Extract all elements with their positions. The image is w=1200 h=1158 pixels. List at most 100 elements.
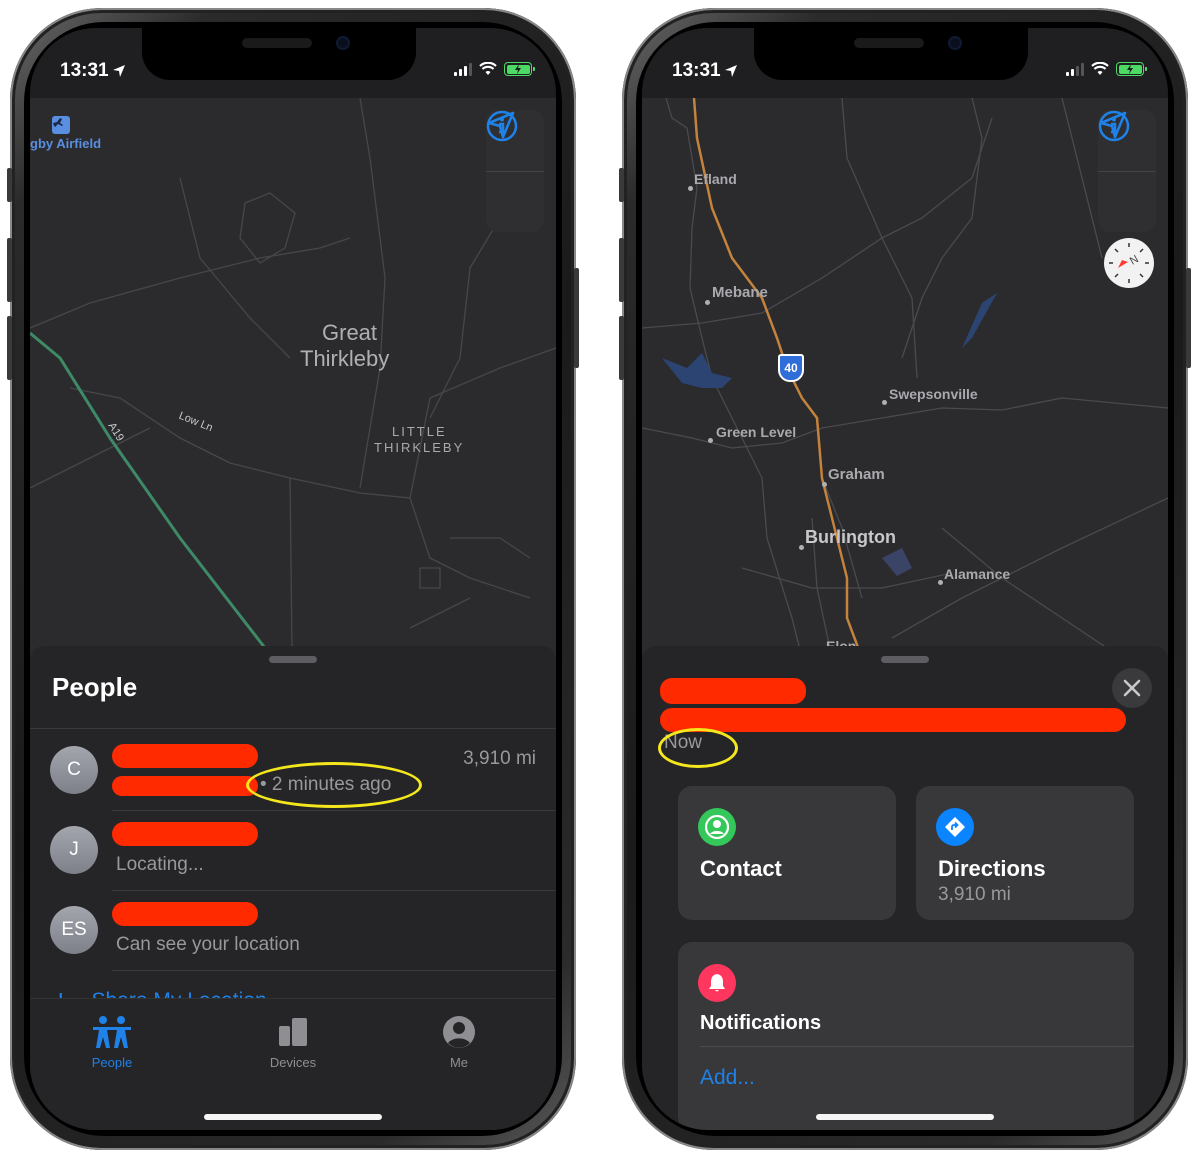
compass-letter: N [1128,253,1141,267]
town-dot [938,580,943,585]
volume-up-button [619,238,624,302]
screen-people: 13:31 gby Airfield Great Thirkleby LITTL… [30,28,556,1130]
tab-people[interactable]: People [52,1013,172,1070]
redacted-location [112,776,258,796]
home-indicator[interactable] [204,1114,382,1120]
locate-me-button[interactable] [1098,111,1156,232]
town-label[interactable]: Alamance [944,566,1010,582]
town-label[interactable]: Graham [828,466,885,483]
highlight-ring [246,762,422,808]
battery-charging-icon [504,62,535,76]
time-text: 13:31 [672,60,721,81]
divider [30,728,556,729]
compass-button[interactable]: N [1104,238,1154,288]
tab-label: Me [449,1055,469,1070]
people-icon [93,1016,131,1048]
notch [142,28,416,80]
map-view[interactable]: gby Airfield Great Thirkleby LITTLE THIR… [30,98,556,658]
notifications-card: Notifications Add... [678,942,1134,1130]
town-dot [708,438,713,443]
map-view[interactable]: 40 Efland Mebane Swepsonville Green Leve… [642,98,1168,658]
home-indicator[interactable] [816,1114,994,1120]
location-arrow-icon [1099,111,1127,139]
phone-frame-right: 13:31 40 Efland Mebane Swepsonville Gree… [619,8,1191,1150]
town-label[interactable]: Swepsonville [889,386,978,402]
mute-switch [7,168,12,202]
status-text: Locating... [116,854,204,875]
divider [700,1046,1134,1047]
town-label[interactable]: Mebane [712,284,768,301]
redacted-name [112,902,258,926]
contact-card[interactable]: Contact [678,786,896,920]
town-label[interactable]: Efland [694,171,737,187]
river-shape [962,293,997,348]
divider [112,970,556,971]
cellular-signal-icon [1066,62,1084,76]
me-person-icon [443,1016,475,1048]
town-label-thirkleby: Thirkleby [300,346,390,371]
cellular-signal-icon [454,62,472,76]
volume-up-button [7,238,12,302]
time-text: 13:31 [60,60,109,81]
highlight-ring [658,728,738,768]
person-row[interactable]: J Locating... [30,810,556,890]
tab-devices[interactable]: Devices [233,1013,353,1070]
close-button[interactable] [1112,668,1152,708]
bell-icon [698,964,736,1002]
phone-frame-left: 13:31 gby Airfield Great Thirkleby LITTL… [7,8,579,1150]
map-roads [30,98,556,649]
contact-person-icon [698,808,736,846]
volume-down-button [619,316,624,380]
town-label[interactable]: Green Level [716,424,796,440]
sheet-grabber[interactable] [269,656,317,663]
compass-icon: N [1109,243,1149,283]
notifications-label: Notifications [700,1012,822,1034]
directions-label: Directions [938,856,1046,881]
speaker [854,38,924,48]
map-controls [1098,110,1156,232]
sheet-grabber[interactable] [881,656,929,663]
wifi-icon [1091,62,1109,75]
avatar: ES [50,906,98,954]
town-label[interactable]: Burlington [805,527,896,548]
town-dot [705,300,710,305]
tab-bar: People Devices Me [30,998,556,1130]
person-row[interactable]: C • 2 minutes ago 3,910 mi [30,730,556,810]
status-icons [1066,62,1147,76]
tab-me[interactable]: Me [399,1013,519,1070]
status-text: Can see your location [116,934,300,955]
location-arrow-icon [487,111,515,139]
add-notification-button[interactable]: Add... [700,1066,755,1090]
redacted-name [660,678,806,704]
airport-label[interactable]: gby Airfield [30,136,101,151]
distance: 3,910 mi [463,748,536,769]
village-label-thirkleby: THIRKLEBY [374,440,465,455]
town-dot [882,400,887,405]
side-button [574,268,579,368]
directions-card[interactable]: Directions 3,910 mi [916,786,1134,920]
tab-label: People [91,1055,133,1070]
screen-person-detail: 13:31 40 Efland Mebane Swepsonville Gree… [642,28,1168,1130]
battery-charging-icon [1116,62,1147,76]
location-arrow-icon [724,65,737,77]
location-arrow-icon [112,65,125,77]
map-controls [486,110,544,232]
redacted-name [112,744,258,768]
contact-label: Contact [700,856,782,881]
locate-me-button[interactable] [486,111,544,232]
village-label-little: LITTLE [392,424,447,439]
status-icons [454,62,535,76]
airport-icon [52,116,70,134]
pond-shape [882,548,912,576]
front-camera [336,36,350,50]
mute-switch [619,168,624,202]
town-label-great: Great [322,320,378,345]
a19-road [30,331,267,649]
status-time: 13:31 [672,60,738,82]
person-detail-sheet: Now Contact Directions 3,910 mi Notifica… [642,646,1168,1130]
avatar: C [50,746,98,794]
volume-down-button [7,316,12,380]
interstate-shield: 40 [778,354,804,382]
lake-shape [662,353,732,388]
person-row[interactable]: ES Can see your location [30,890,556,970]
